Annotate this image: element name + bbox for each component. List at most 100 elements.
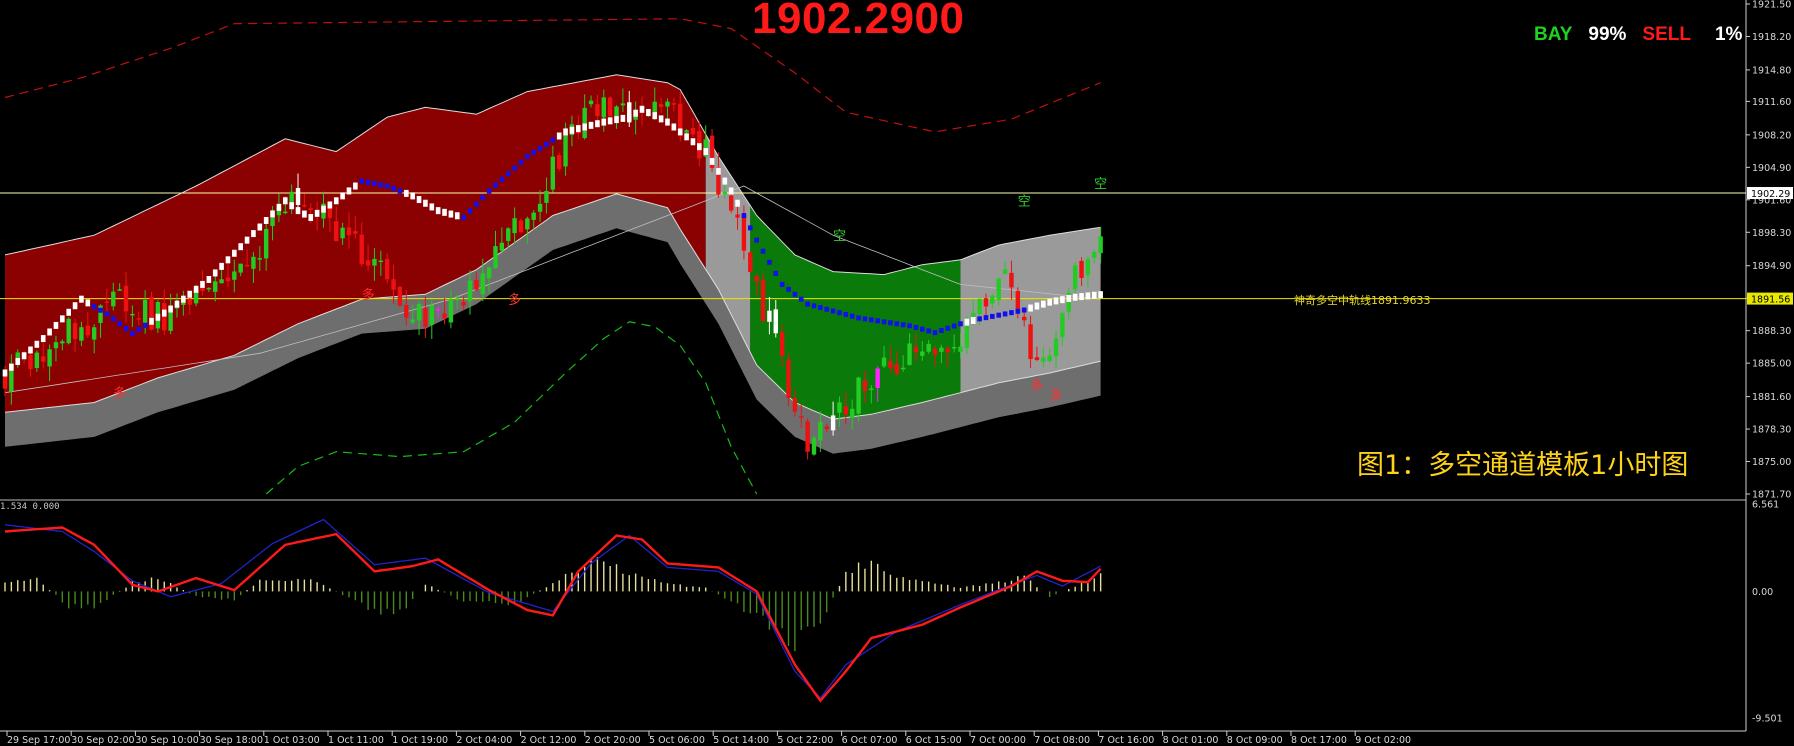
candle-body bbox=[843, 406, 849, 415]
candle-body bbox=[932, 348, 938, 355]
trend-step-up bbox=[735, 199, 740, 207]
candle-body bbox=[525, 218, 530, 230]
candle-body bbox=[830, 415, 836, 431]
signal-mark: 空 bbox=[833, 229, 846, 244]
candle-body bbox=[735, 214, 740, 218]
time-tick-label: 5 Oct 06:00 bbox=[649, 735, 705, 746]
candle-body bbox=[1092, 251, 1097, 258]
trend-step-down bbox=[391, 185, 396, 191]
trend-step-down bbox=[537, 145, 543, 151]
trend-step-up bbox=[620, 114, 626, 122]
candle-body bbox=[493, 246, 498, 269]
buy-label: BAY bbox=[1534, 24, 1573, 45]
trend-step-up bbox=[181, 295, 186, 303]
candle-body bbox=[1072, 265, 1078, 290]
candle-body bbox=[824, 426, 829, 429]
candle-body bbox=[28, 354, 33, 370]
macd-panel bbox=[0, 499, 1746, 703]
candle-body bbox=[435, 308, 441, 311]
candle-body bbox=[792, 397, 798, 412]
candle-body bbox=[1053, 338, 1059, 357]
trend-step-up bbox=[314, 209, 320, 217]
candle-body bbox=[850, 408, 855, 419]
time-tick-label: 2 Oct 04:00 bbox=[456, 735, 512, 746]
candle-body bbox=[818, 421, 823, 441]
candle-body bbox=[665, 101, 670, 107]
macd-main-line bbox=[4, 526, 1102, 703]
time-tick-label: 1 Oct 19:00 bbox=[392, 735, 448, 746]
signal-mark: 多 bbox=[1030, 378, 1043, 394]
trend-step-up bbox=[435, 207, 441, 215]
candle-body bbox=[410, 319, 415, 323]
trend-step-up bbox=[232, 249, 237, 257]
candle-body bbox=[595, 104, 600, 116]
trend-step-down bbox=[856, 315, 861, 321]
time-tick-label: 8 Oct 17:00 bbox=[1291, 735, 1347, 746]
trend-step-up bbox=[155, 313, 161, 321]
candle-body bbox=[671, 103, 677, 105]
candle-body bbox=[244, 264, 250, 267]
candle-body bbox=[875, 368, 880, 388]
trend-step-up bbox=[601, 118, 607, 126]
macd-indicator-header: 1.534 0.000 bbox=[0, 502, 60, 512]
trend-step-up bbox=[633, 109, 638, 117]
trend-step-down bbox=[359, 178, 365, 184]
trend-step-up bbox=[15, 357, 21, 365]
trend-step-up bbox=[53, 321, 59, 329]
candle-body bbox=[907, 343, 912, 366]
trend-step-up bbox=[658, 115, 664, 123]
trend-step-up bbox=[9, 363, 14, 371]
price-tick-label: 1904.90 bbox=[1752, 163, 1791, 174]
trend-step-down bbox=[792, 291, 798, 297]
candle-body bbox=[467, 280, 473, 302]
time-tick-label: 30 Sep 02:00 bbox=[71, 735, 134, 746]
trend-step-up bbox=[677, 128, 683, 136]
trend-step-up bbox=[556, 132, 562, 140]
candle-body bbox=[582, 107, 587, 139]
trend-step-up bbox=[149, 317, 154, 325]
macd-signal-line bbox=[4, 518, 1101, 700]
trend-step-up bbox=[569, 126, 575, 134]
price-marker-label: 1891.56 bbox=[1751, 295, 1790, 306]
trend-step-up bbox=[66, 308, 71, 316]
time-tick-label: 6 Oct 15:00 bbox=[906, 735, 962, 746]
trend-step-down bbox=[1015, 308, 1021, 314]
candle-body bbox=[805, 421, 810, 452]
trend-step-up bbox=[1091, 291, 1097, 299]
trend-step-down bbox=[983, 315, 989, 321]
trend-step-down bbox=[486, 188, 492, 194]
candle-body bbox=[455, 298, 460, 301]
candle-body bbox=[1085, 259, 1091, 276]
trend-step-down bbox=[384, 183, 390, 189]
candle-body bbox=[971, 312, 976, 317]
trend-step-up bbox=[709, 157, 715, 165]
candle-body bbox=[900, 367, 906, 370]
trend-step-up bbox=[225, 256, 231, 264]
trend-step-down bbox=[754, 237, 759, 243]
candle-body bbox=[206, 287, 212, 290]
candle-body bbox=[1047, 355, 1052, 361]
trend-step-up bbox=[40, 335, 46, 343]
trend-step-up bbox=[302, 210, 307, 218]
time-tick-label: 1 Oct 11:00 bbox=[328, 735, 384, 746]
trend-step-down bbox=[837, 310, 842, 316]
trend-step-down bbox=[505, 171, 511, 177]
trend-step-down bbox=[977, 316, 982, 322]
trend-step-up bbox=[454, 212, 460, 220]
trend-step-up bbox=[333, 197, 339, 205]
trend-step-up bbox=[1085, 292, 1091, 300]
trend-step-up bbox=[340, 192, 345, 200]
price-chart[interactable]: 多多 多空空多多空 1921.501918.201914.801911.60190… bbox=[0, 0, 1794, 746]
time-tick-label: 30 Sep 10:00 bbox=[135, 735, 198, 746]
trend-step-up bbox=[576, 125, 581, 133]
candle-body bbox=[378, 260, 384, 263]
trend-step-down bbox=[461, 215, 466, 221]
trend-step-up bbox=[28, 346, 33, 354]
trend-step-up bbox=[1041, 300, 1046, 308]
candle-body bbox=[722, 191, 728, 194]
trend-step-down bbox=[888, 320, 893, 326]
trend-step-down bbox=[900, 322, 906, 328]
trend-step-up bbox=[1028, 304, 1033, 312]
trend-step-up bbox=[174, 300, 180, 308]
channel-fill-bear bbox=[750, 205, 961, 420]
